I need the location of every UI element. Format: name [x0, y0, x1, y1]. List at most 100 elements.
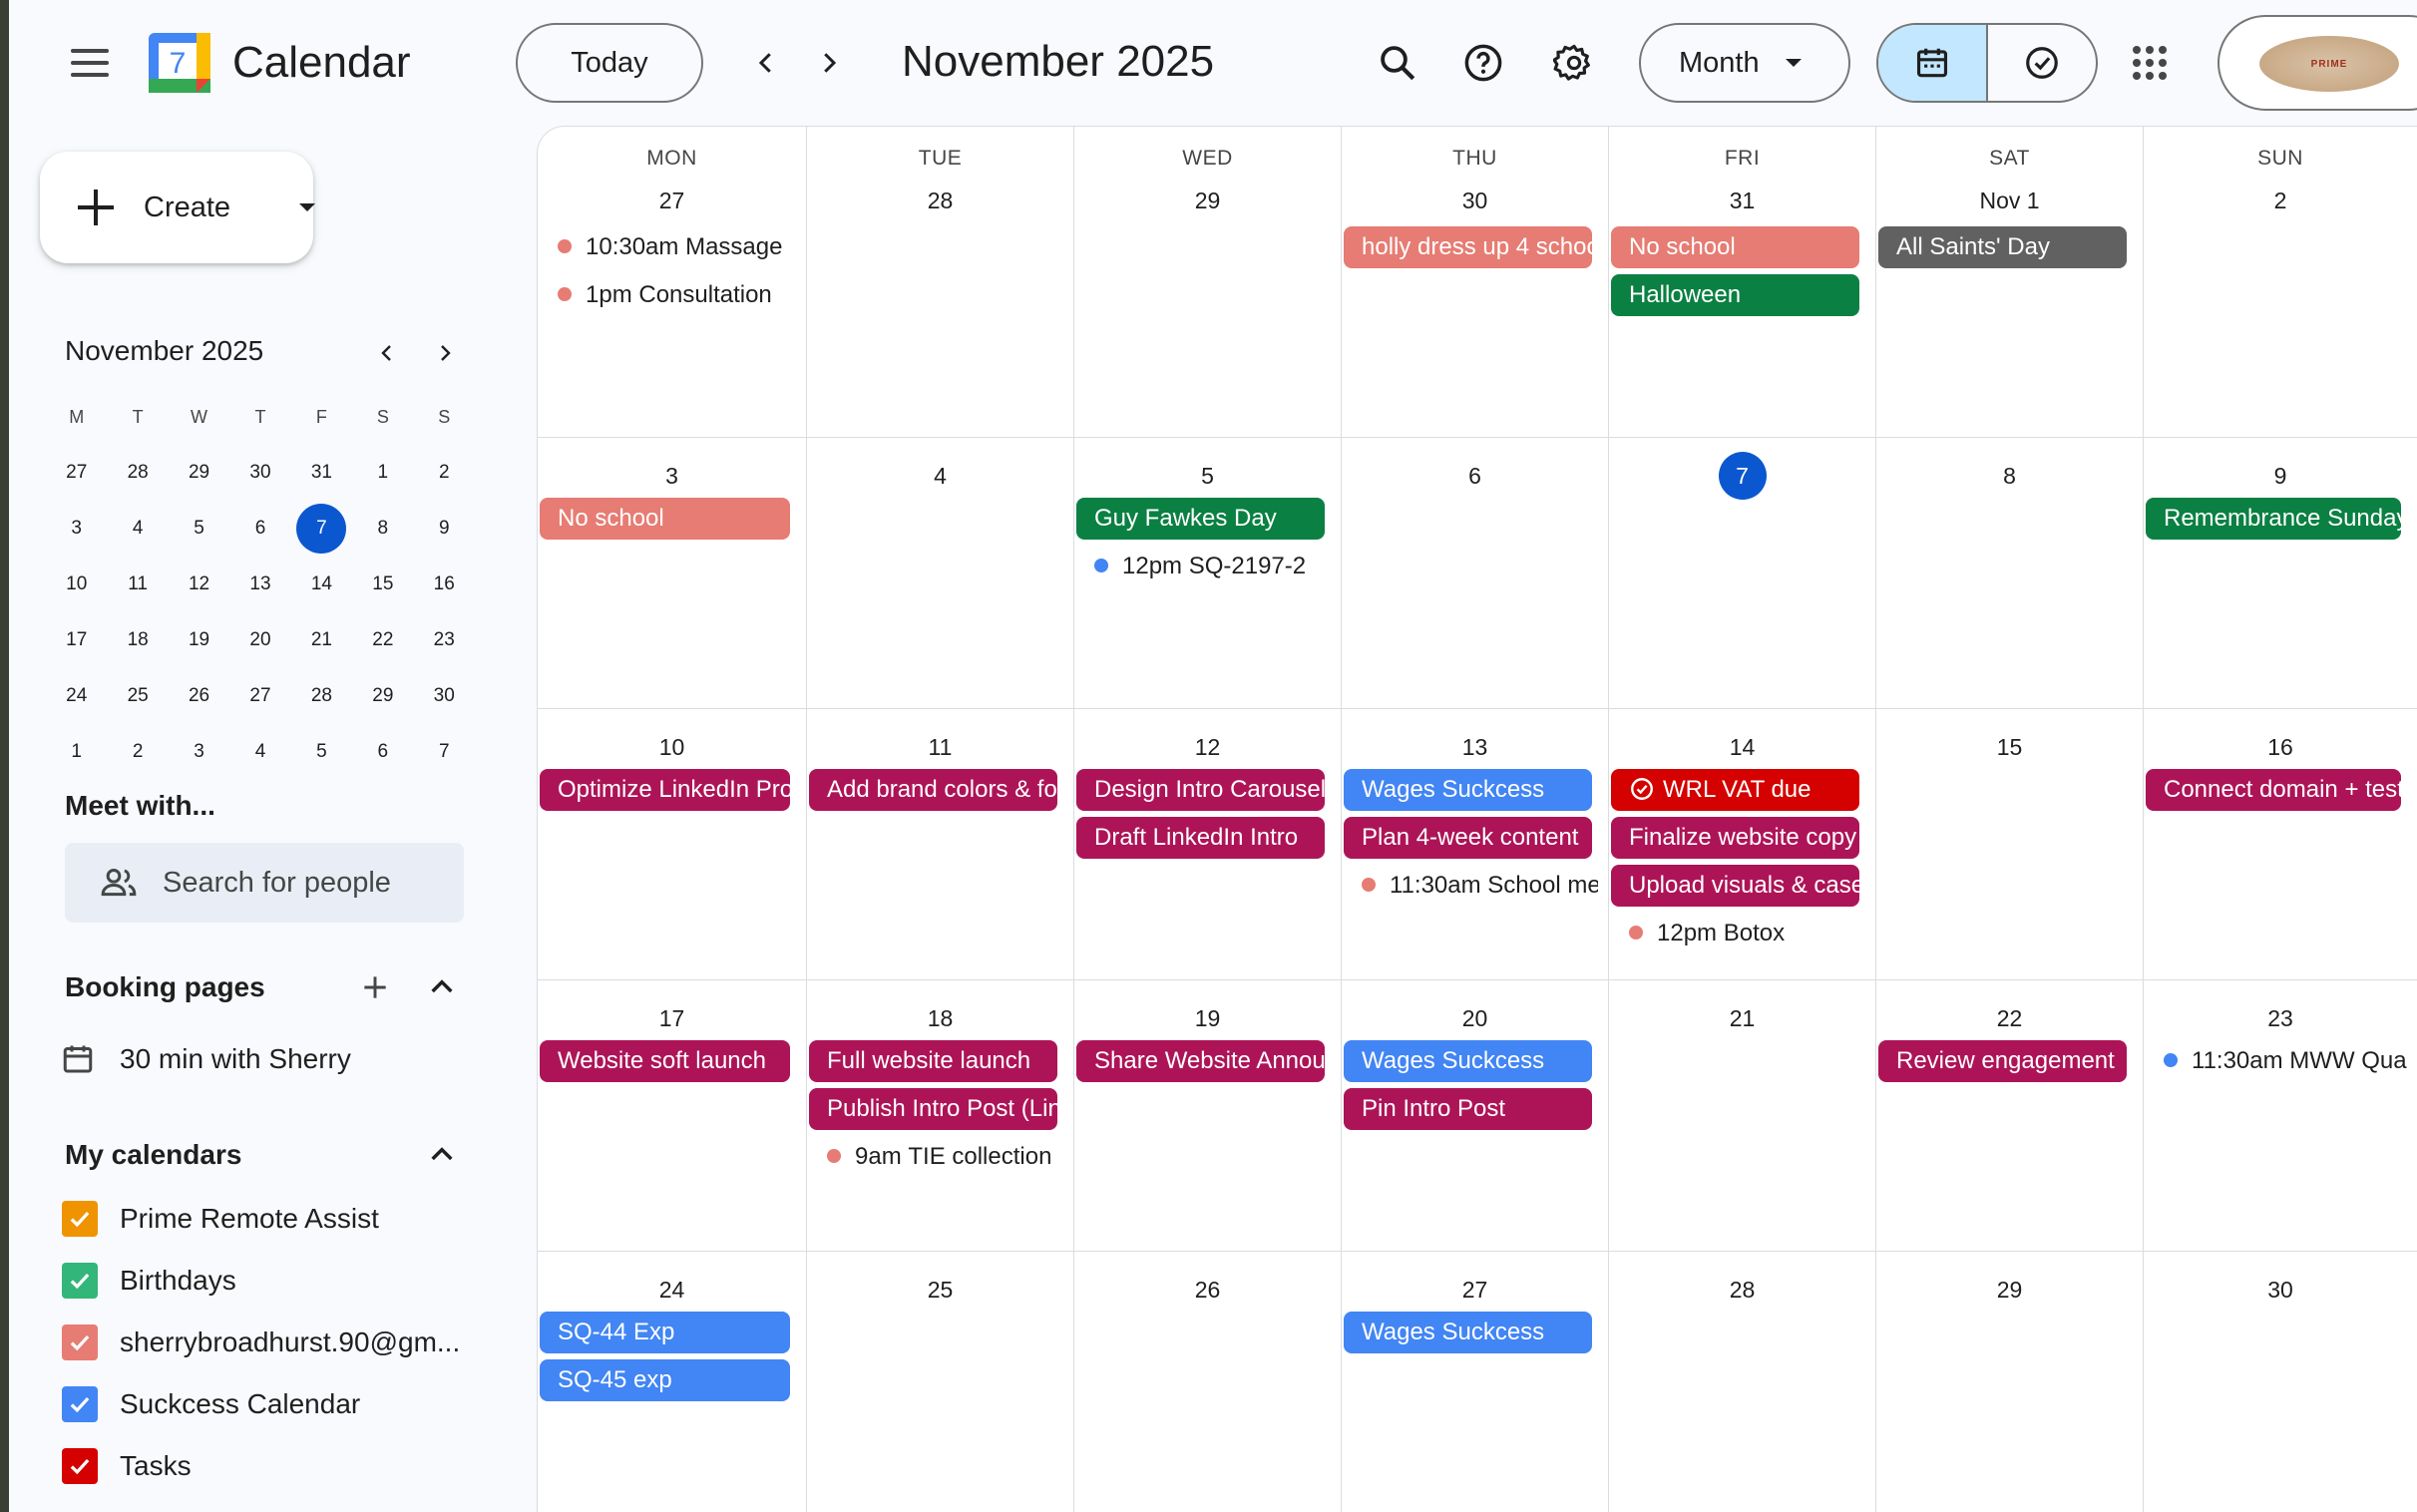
day-number[interactable]: 27: [648, 177, 696, 224]
mini-calendar-day-today[interactable]: 7: [291, 504, 352, 554]
timed-event[interactable]: 1pm Consultation: [540, 274, 796, 316]
mini-calendar-day[interactable]: 18: [107, 615, 168, 665]
calendar-list-item[interactable]: sherrybroadhurst.90@gm...: [62, 1323, 460, 1362]
all-day-event-chip[interactable]: holly dress up 4 school: [1344, 226, 1592, 268]
mini-calendar-day[interactable]: 24: [46, 671, 107, 721]
collapse-my-calendars-button[interactable]: [420, 1133, 464, 1177]
day-cell[interactable]: FRI 31 No school Halloween: [1609, 127, 1876, 438]
all-day-event-chip[interactable]: Design Intro Carousel: [1076, 769, 1325, 811]
calendar-list-item[interactable]: Tasks: [62, 1446, 192, 1486]
mini-calendar-prev-button[interactable]: [365, 331, 409, 375]
all-day-event-chip[interactable]: Website soft launch: [540, 1040, 790, 1082]
calendar-view-toggle[interactable]: [1878, 25, 1988, 101]
day-cell[interactable]: THU 30 holly dress up 4 school: [1342, 127, 1609, 438]
timed-event[interactable]: 9am TIE collection: [809, 1136, 1063, 1178]
mini-calendar-day[interactable]: 7: [414, 727, 475, 777]
day-number[interactable]: 24: [648, 1266, 696, 1314]
all-day-event-chip[interactable]: Upload visuals & case studies: [1611, 865, 1859, 907]
mini-calendar-day[interactable]: 27: [46, 448, 107, 498]
mini-calendar-day[interactable]: 31: [291, 448, 352, 498]
day-cell[interactable]: 15: [1876, 709, 2144, 980]
day-cell[interactable]: 29: [1876, 1252, 2144, 1512]
day-cell[interactable]: 25: [807, 1252, 1074, 1512]
mini-calendar-day[interactable]: 4: [107, 504, 168, 554]
day-cell[interactable]: WED 29: [1074, 127, 1342, 438]
day-number[interactable]: Nov 1: [1979, 177, 2039, 224]
day-number[interactable]: 3: [648, 452, 696, 500]
mini-calendar-day[interactable]: 15: [352, 560, 413, 609]
mini-calendar-day[interactable]: 13: [229, 560, 290, 609]
day-cell[interactable]: 24 SQ-44 Exp SQ-45 exp: [538, 1252, 807, 1512]
mini-calendar-next-button[interactable]: [423, 331, 467, 375]
day-number[interactable]: 31: [1719, 177, 1767, 224]
create-button[interactable]: Create: [40, 152, 315, 263]
previous-period-button[interactable]: [736, 33, 796, 93]
settings-button[interactable]: [1542, 31, 1606, 95]
day-cell[interactable]: 7: [1609, 438, 1876, 709]
calendar-list-item[interactable]: Prime Remote Assist: [62, 1199, 379, 1239]
mini-calendar-day[interactable]: 1: [46, 727, 107, 777]
day-cell[interactable]: 16 Connect domain + test: [2144, 709, 2417, 980]
add-booking-page-button[interactable]: [353, 965, 397, 1009]
today-button[interactable]: Today: [516, 23, 703, 103]
day-cell[interactable]: 28: [1609, 1252, 1876, 1512]
calendar-list-item[interactable]: Suckcess Calendar: [62, 1384, 360, 1424]
all-day-event-chip[interactable]: Connect domain + test: [2146, 769, 2401, 811]
search-button[interactable]: [1366, 31, 1429, 95]
day-number[interactable]: 29: [1184, 177, 1232, 224]
mini-calendar-day[interactable]: 28: [107, 448, 168, 498]
all-day-event-chip[interactable]: Share Website Announcement: [1076, 1040, 1325, 1082]
mini-calendar-day[interactable]: 4: [229, 727, 290, 777]
mini-calendar-day[interactable]: 30: [229, 448, 290, 498]
mini-calendar-day[interactable]: 17: [46, 615, 107, 665]
day-cell[interactable]: 4: [807, 438, 1074, 709]
day-number[interactable]: 10: [648, 723, 696, 771]
all-day-event-chip[interactable]: SQ-45 exp: [540, 1359, 790, 1401]
day-number-today[interactable]: 7: [1718, 452, 1767, 500]
all-day-event-chip[interactable]: Plan 4-week content: [1344, 817, 1592, 859]
all-day-event-chip[interactable]: No school: [540, 498, 790, 540]
day-number[interactable]: 4: [917, 452, 965, 500]
calendar-checkbox[interactable]: [62, 1448, 98, 1484]
calendar-checkbox[interactable]: [62, 1386, 98, 1422]
all-day-event-chip[interactable]: Halloween: [1611, 274, 1859, 316]
account-button[interactable]: PRIME: [2217, 15, 2417, 111]
mini-calendar-day[interactable]: 8: [352, 504, 413, 554]
google-apps-button[interactable]: [2118, 31, 2182, 95]
day-cell[interactable]: 5 Guy Fawkes Day 12pm SQ-2197-2: [1074, 438, 1342, 709]
mini-calendar-day[interactable]: 12: [169, 560, 229, 609]
mini-calendar-day[interactable]: 26: [169, 671, 229, 721]
all-day-event-chip[interactable]: Guy Fawkes Day: [1076, 498, 1325, 540]
day-number[interactable]: 8: [1986, 452, 2034, 500]
day-cell[interactable]: 17 Website soft launch: [538, 980, 807, 1252]
all-day-event-chip[interactable]: Wages Suckcess: [1344, 1312, 1592, 1353]
day-number[interactable]: 29: [1986, 1266, 2034, 1314]
task-chip[interactable]: WRL VAT due: [1611, 769, 1859, 811]
calendar-checkbox[interactable]: [62, 1201, 98, 1237]
help-button[interactable]: [1451, 31, 1515, 95]
day-cell[interactable]: 10 Optimize LinkedIn Profile: [538, 709, 807, 980]
day-cell[interactable]: 26: [1074, 1252, 1342, 1512]
mini-calendar-day[interactable]: 30: [414, 671, 475, 721]
mini-calendar-day[interactable]: 29: [169, 448, 229, 498]
timed-event[interactable]: 12pm SQ-2197-2: [1076, 546, 1331, 587]
mini-calendar-day[interactable]: 11: [107, 560, 168, 609]
next-period-button[interactable]: [799, 33, 859, 93]
day-cell[interactable]: 12 Design Intro Carousel Draft LinkedIn In…: [1074, 709, 1342, 980]
main-menu-button[interactable]: [55, 33, 125, 93]
mini-calendar-day[interactable]: 3: [169, 727, 229, 777]
mini-calendar-day[interactable]: 5: [169, 504, 229, 554]
day-cell[interactable]: 13 Wages Suckcess Plan 4-week content 11:30…: [1342, 709, 1609, 980]
mini-calendar-day[interactable]: 10: [46, 560, 107, 609]
day-number[interactable]: 15: [1986, 723, 2034, 771]
day-cell[interactable]: 11 Add brand colors & fonts: [807, 709, 1074, 980]
mini-calendar-day[interactable]: 5: [291, 727, 352, 777]
day-cell[interactable]: 18 Full website launch Publish Intro Post …: [807, 980, 1074, 1252]
mini-calendar-day[interactable]: 6: [229, 504, 290, 554]
day-cell[interactable]: MON 27 10:30am Massage 1pm Consultation: [538, 127, 807, 438]
mini-calendar-day[interactable]: 9: [414, 504, 475, 554]
day-number[interactable]: 25: [917, 1266, 965, 1314]
all-day-event-chip[interactable]: Optimize LinkedIn Profile: [540, 769, 790, 811]
mini-calendar-day[interactable]: 23: [414, 615, 475, 665]
day-number[interactable]: 11: [917, 723, 965, 771]
